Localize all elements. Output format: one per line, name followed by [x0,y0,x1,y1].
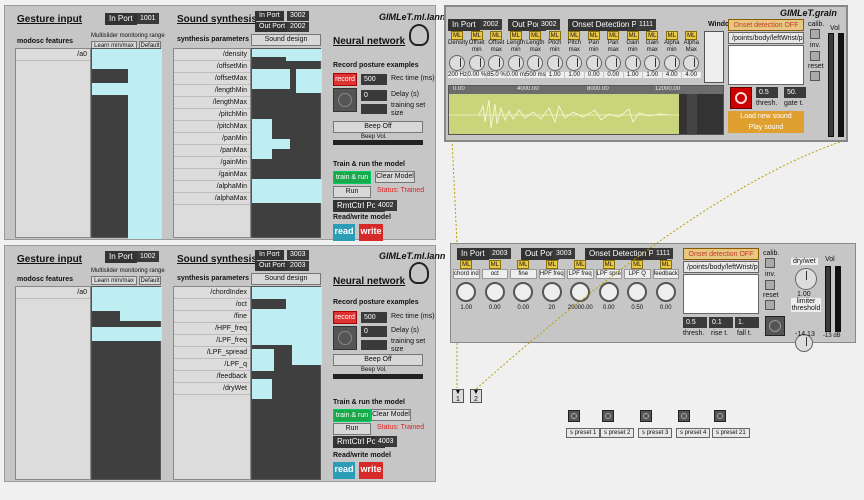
outlet-1[interactable]: ▼ 1 [452,389,464,403]
preset-4: s preset 4 [676,410,711,438]
preset-bang[interactable] [568,410,580,422]
preset-bang[interactable] [640,410,652,422]
preset-bang[interactable] [678,410,690,422]
outlet-2[interactable]: ▼ 2 [470,389,482,403]
outlet-1-label: 1 [456,396,460,403]
preset-message[interactable]: s preset 4 [676,428,711,438]
preset-1: s preset 1 [566,410,601,438]
preset-message[interactable]: s preset 21 [712,428,750,438]
preset-5: s preset 21 [712,410,750,438]
preset-3: s preset 3 [638,410,673,438]
preset-message[interactable]: s preset 3 [638,428,673,438]
outlet-2-label: 2 [474,396,478,403]
preset-message[interactable]: s preset 2 [600,428,635,438]
preset-2: s preset 2 [600,410,635,438]
preset-message[interactable]: s preset 1 [566,428,601,438]
preset-bang[interactable] [714,410,726,422]
preset-bang[interactable] [602,410,614,422]
